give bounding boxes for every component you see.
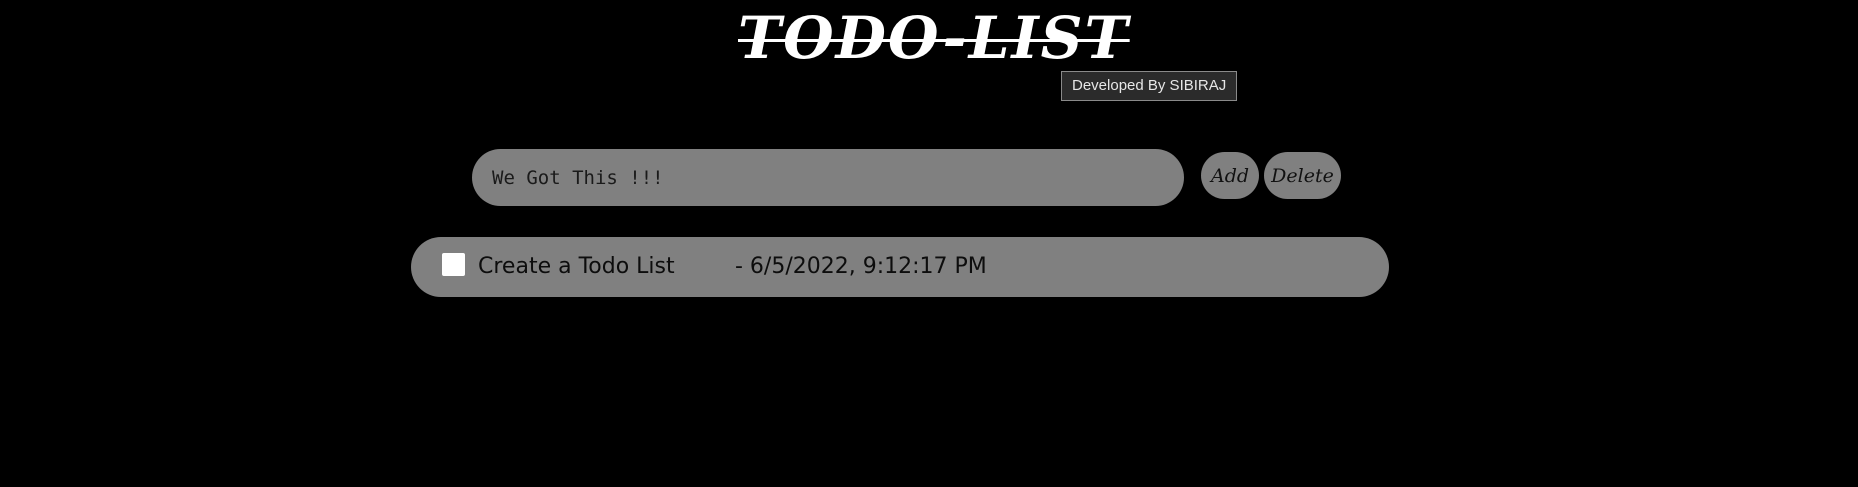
delete-button[interactable]: Delete [1264, 152, 1341, 199]
developer-tooltip: Developed By SIBIRAJ [1061, 71, 1238, 101]
todo-input[interactable] [472, 149, 1184, 206]
todo-item: Create a Todo List - 6/5/2022, 9:12:17 P… [411, 237, 1389, 297]
todo-timestamp: - 6/5/2022, 9:12:17 PM [735, 254, 987, 279]
todo-text: Create a Todo List [478, 254, 675, 279]
add-button[interactable]: Add [1201, 152, 1259, 199]
page-title: TODO-LIST [738, 4, 1130, 72]
todo-checkbox[interactable] [442, 253, 465, 276]
